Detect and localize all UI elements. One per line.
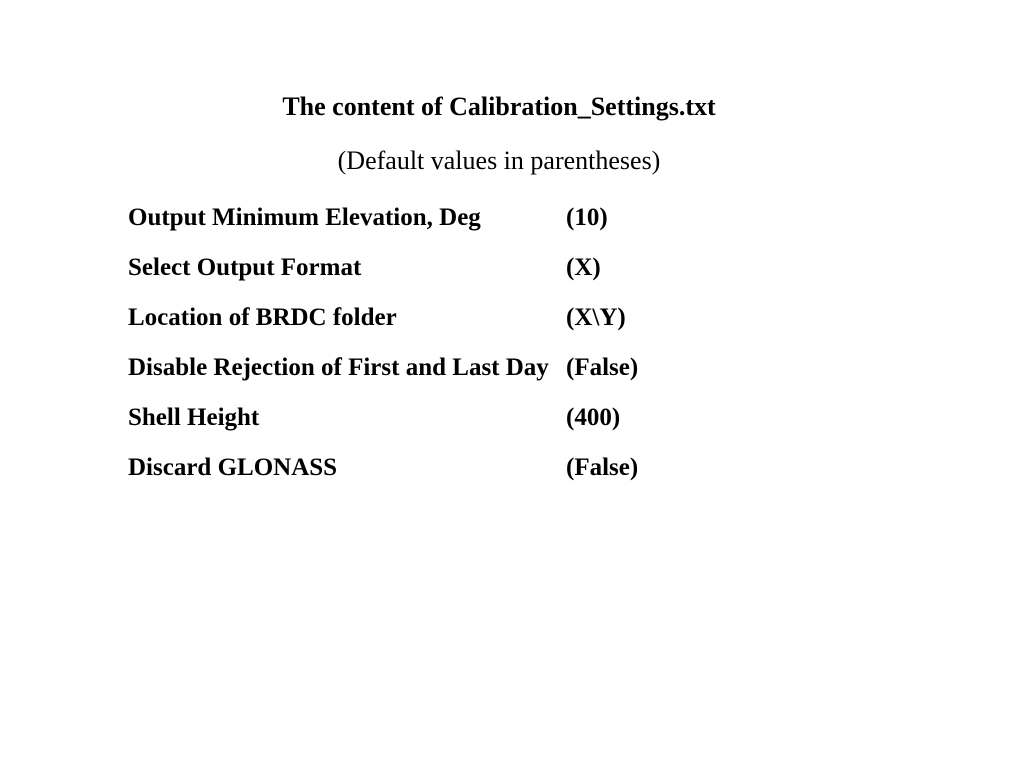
setting-label: Shell Height [128, 404, 566, 454]
setting-label: Disable Rejection of First and Last Day [128, 354, 566, 404]
setting-value: (10) [566, 204, 638, 254]
setting-value: (X\Y) [566, 304, 638, 354]
table-row: Shell Height (400) [128, 404, 638, 454]
table-row: Disable Rejection of First and Last Day … [128, 354, 638, 404]
document-title: The content of Calibration_Settings.txt [128, 92, 870, 122]
setting-value: (False) [566, 454, 638, 504]
setting-label: Location of BRDC folder [128, 304, 566, 354]
setting-label: Output Minimum Elevation, Deg [128, 204, 566, 254]
table-row: Select Output Format (X) [128, 254, 638, 304]
table-row: Location of BRDC folder (X\Y) [128, 304, 638, 354]
setting-label: Discard GLONASS [128, 454, 566, 504]
setting-value: (False) [566, 354, 638, 404]
setting-value: (X) [566, 254, 638, 304]
setting-label: Select Output Format [128, 254, 566, 304]
document-subtitle: (Default values in parentheses) [128, 146, 870, 176]
table-row: Discard GLONASS (False) [128, 454, 638, 504]
setting-value: (400) [566, 404, 638, 454]
settings-table: Output Minimum Elevation, Deg (10) Selec… [128, 204, 638, 504]
table-row: Output Minimum Elevation, Deg (10) [128, 204, 638, 254]
